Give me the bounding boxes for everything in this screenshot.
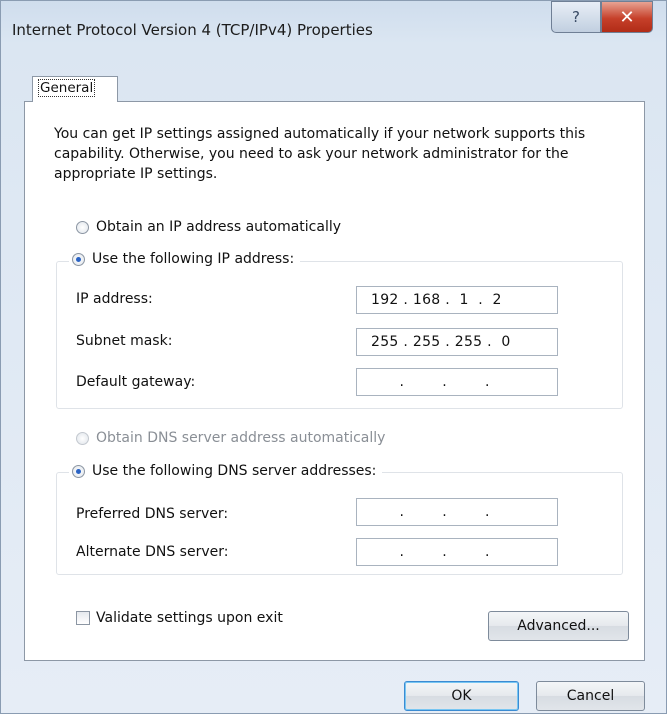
close-icon: ✕	[619, 6, 635, 28]
use-dns-manual-label: Use the following DNS server addresses:	[92, 463, 377, 479]
ip-address-field[interactable]: 192 . 168 . 1 . 2	[356, 286, 558, 314]
dialog-title: Internet Protocol Version 4 (TCP/IPv4) P…	[12, 21, 373, 39]
help-icon: ?	[572, 8, 580, 26]
obtain-dns-auto-label: Obtain DNS server address automatically	[96, 430, 386, 446]
obtain-dns-auto-option[interactable]: Obtain DNS server address automatically	[76, 430, 385, 446]
alternate-dns-label: Alternate DNS server:	[76, 544, 229, 560]
ip-address-label: IP address:	[76, 291, 153, 307]
default-gateway-field[interactable]: . . .	[356, 368, 558, 396]
alternate-dns-field[interactable]: . . .	[356, 538, 558, 566]
help-button[interactable]: ?	[551, 1, 601, 33]
preferred-dns-label: Preferred DNS server:	[76, 506, 229, 522]
validate-settings-checkbox[interactable]	[76, 611, 90, 625]
close-button[interactable]: ✕	[601, 1, 653, 33]
use-dns-manual-radio[interactable]	[72, 464, 85, 478]
ok-button[interactable]: OK	[404, 681, 519, 711]
intro-text: You can get IP settings assigned automat…	[54, 126, 586, 182]
subnet-mask-field[interactable]: 255 . 255 . 255 . 0	[356, 328, 558, 356]
use-ip-manual-radio[interactable]	[72, 252, 85, 266]
use-ip-manual-label: Use the following IP address:	[92, 251, 295, 267]
advanced-button[interactable]: Advanced...	[488, 611, 629, 641]
default-gateway-label: Default gateway:	[76, 374, 196, 390]
obtain-ip-auto-option[interactable]: Obtain an IP address automatically	[76, 219, 341, 235]
obtain-dns-auto-radio[interactable]	[76, 431, 89, 445]
obtain-ip-auto-radio[interactable]	[76, 220, 89, 234]
tab-general-label: General	[37, 79, 96, 97]
use-ip-manual-option[interactable]: Use the following IP address:	[69, 251, 301, 267]
use-dns-manual-option[interactable]: Use the following DNS server addresses:	[69, 463, 383, 479]
obtain-ip-auto-label: Obtain an IP address automatically	[96, 219, 342, 235]
properties-dialog: Internet Protocol Version 4 (TCP/IPv4) P…	[0, 0, 667, 714]
validate-settings-label: Validate settings upon exit	[96, 610, 283, 626]
validate-settings-option[interactable]: Validate settings upon exit	[76, 610, 283, 626]
cancel-button[interactable]: Cancel	[536, 681, 645, 711]
tab-general[interactable]: General	[32, 76, 118, 102]
subnet-mask-label: Subnet mask:	[76, 333, 173, 349]
preferred-dns-field[interactable]: . . .	[356, 498, 558, 526]
